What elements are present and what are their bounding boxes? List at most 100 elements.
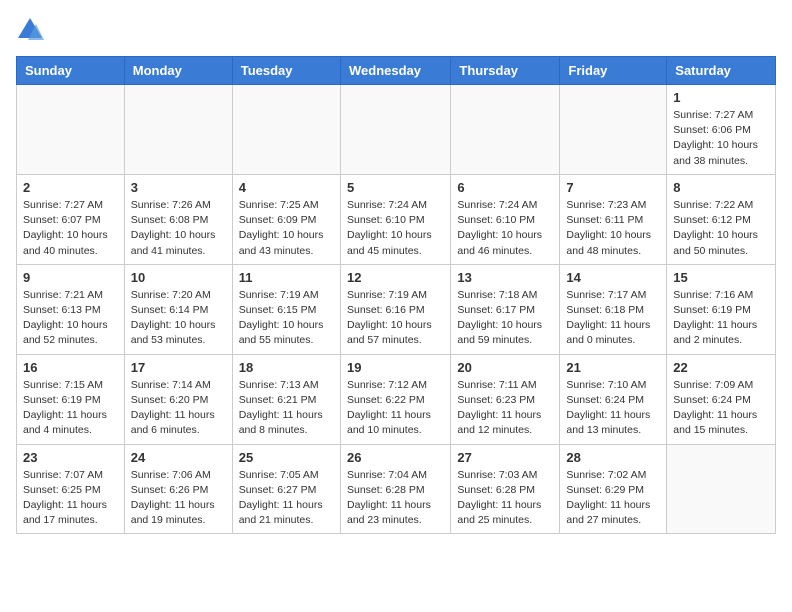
day-number: 20 — [457, 360, 553, 375]
day-number: 17 — [131, 360, 226, 375]
day-info: Sunrise: 7:18 AM Sunset: 6:17 PM Dayligh… — [457, 288, 553, 349]
day-number: 1 — [673, 90, 769, 105]
day-info: Sunrise: 7:20 AM Sunset: 6:14 PM Dayligh… — [131, 288, 226, 349]
week-row-4: 16 Sunrise: 7:15 AM Sunset: 6:19 PM Dayli… — [17, 354, 776, 444]
calendar-cell: 27 Sunrise: 7:03 AM Sunset: 6:28 PM Dayli… — [451, 444, 560, 534]
calendar-cell: 25Sunrise: 7:05 AM Sunset: 6:27 PM Dayli… — [232, 444, 340, 534]
calendar-cell: 4 Sunrise: 7:25 AM Sunset: 6:09 PM Daylig… — [232, 174, 340, 264]
calendar-cell: 2 Sunrise: 7:27 AM Sunset: 6:07 PM Daylig… — [17, 174, 125, 264]
day-info: Sunrise: 7:22 AM Sunset: 6:12 PM Dayligh… — [673, 198, 769, 259]
calendar-cell: 12 Sunrise: 7:19 AM Sunset: 6:16 PM Dayli… — [340, 264, 450, 354]
day-number: 23 — [23, 450, 118, 465]
calendar-cell: 9 Sunrise: 7:21 AM Sunset: 6:13 PM Daylig… — [17, 264, 125, 354]
day-number: 15 — [673, 270, 769, 285]
day-info: Sunrise: 7:10 AM Sunset: 6:24 PM Dayligh… — [566, 378, 660, 439]
calendar-cell: 15 Sunrise: 7:16 AM Sunset: 6:19 PM Dayli… — [667, 264, 776, 354]
calendar-cell: 24Sunrise: 7:06 AM Sunset: 6:26 PM Dayli… — [124, 444, 232, 534]
calendar-cell: 21 Sunrise: 7:10 AM Sunset: 6:24 PM Dayli… — [560, 354, 667, 444]
calendar-cell: 26 Sunrise: 7:04 AM Sunset: 6:28 PM Dayli… — [340, 444, 450, 534]
day-info: Sunrise: 7:13 AM Sunset: 6:21 PM Dayligh… — [239, 378, 334, 439]
weekday-header-row: SundayMondayTuesdayWednesdayThursdayFrid… — [17, 57, 776, 85]
calendar-cell: 22 Sunrise: 7:09 AM Sunset: 6:24 PM Dayli… — [667, 354, 776, 444]
week-row-1: 1 Sunrise: 7:27 AM Sunset: 6:06 PM Daylig… — [17, 85, 776, 175]
calendar-cell — [667, 444, 776, 534]
week-row-2: 2 Sunrise: 7:27 AM Sunset: 6:07 PM Daylig… — [17, 174, 776, 264]
calendar-cell: 6 Sunrise: 7:24 AM Sunset: 6:10 PM Daylig… — [451, 174, 560, 264]
day-number: 18 — [239, 360, 334, 375]
day-number: 6 — [457, 180, 553, 195]
day-number: 26 — [347, 450, 444, 465]
calendar-cell: 1 Sunrise: 7:27 AM Sunset: 6:06 PM Daylig… — [667, 85, 776, 175]
day-info: Sunrise: 7:15 AM Sunset: 6:19 PM Dayligh… — [23, 378, 118, 439]
weekday-header-tuesday: Tuesday — [232, 57, 340, 85]
day-info: Sunrise: 7:27 AM Sunset: 6:07 PM Dayligh… — [23, 198, 118, 259]
day-info: Sunrise: 7:07 AM Sunset: 6:25 PM Dayligh… — [23, 468, 118, 529]
day-number: 28 — [566, 450, 660, 465]
calendar-body: 1 Sunrise: 7:27 AM Sunset: 6:06 PM Daylig… — [17, 85, 776, 534]
day-info: Sunrise: 7:24 AM Sunset: 6:10 PM Dayligh… — [457, 198, 553, 259]
calendar-cell: 18 Sunrise: 7:13 AM Sunset: 6:21 PM Dayli… — [232, 354, 340, 444]
day-number: 13 — [457, 270, 553, 285]
calendar-cell: 17Sunrise: 7:14 AM Sunset: 6:20 PM Dayli… — [124, 354, 232, 444]
weekday-header-saturday: Saturday — [667, 57, 776, 85]
calendar-cell: 10 Sunrise: 7:20 AM Sunset: 6:14 PM Dayli… — [124, 264, 232, 354]
calendar-cell: 16 Sunrise: 7:15 AM Sunset: 6:19 PM Dayli… — [17, 354, 125, 444]
calendar-cell: 23 Sunrise: 7:07 AM Sunset: 6:25 PM Dayli… — [17, 444, 125, 534]
weekday-header-monday: Monday — [124, 57, 232, 85]
day-info: Sunrise: 7:24 AM Sunset: 6:10 PM Dayligh… — [347, 198, 444, 259]
day-info: Sunrise: 7:19 AM Sunset: 6:16 PM Dayligh… — [347, 288, 444, 349]
calendar-cell: 8 Sunrise: 7:22 AM Sunset: 6:12 PM Daylig… — [667, 174, 776, 264]
calendar-cell — [232, 85, 340, 175]
logo-icon — [16, 16, 44, 44]
calendar-cell: 3 Sunrise: 7:26 AM Sunset: 6:08 PM Daylig… — [124, 174, 232, 264]
calendar-cell: 11 Sunrise: 7:19 AM Sunset: 6:15 PM Dayli… — [232, 264, 340, 354]
day-info: Sunrise: 7:09 AM Sunset: 6:24 PM Dayligh… — [673, 378, 769, 439]
day-info: Sunrise: 7:21 AM Sunset: 6:13 PM Dayligh… — [23, 288, 118, 349]
page-header — [16, 16, 776, 44]
day-number: 10 — [131, 270, 226, 285]
week-row-5: 23 Sunrise: 7:07 AM Sunset: 6:25 PM Dayli… — [17, 444, 776, 534]
day-info: Sunrise: 7:16 AM Sunset: 6:19 PM Dayligh… — [673, 288, 769, 349]
weekday-header-friday: Friday — [560, 57, 667, 85]
day-number: 12 — [347, 270, 444, 285]
day-number: 2 — [23, 180, 118, 195]
week-row-3: 9 Sunrise: 7:21 AM Sunset: 6:13 PM Daylig… — [17, 264, 776, 354]
day-number: 3 — [131, 180, 226, 195]
calendar-cell — [17, 85, 125, 175]
calendar-cell — [560, 85, 667, 175]
day-info: Sunrise: 7:23 AM Sunset: 6:11 PM Dayligh… — [566, 198, 660, 259]
day-number: 27 — [457, 450, 553, 465]
day-info: Sunrise: 7:26 AM Sunset: 6:08 PM Dayligh… — [131, 198, 226, 259]
day-number: 4 — [239, 180, 334, 195]
logo — [16, 16, 48, 44]
day-info: Sunrise: 7:19 AM Sunset: 6:15 PM Dayligh… — [239, 288, 334, 349]
day-number: 16 — [23, 360, 118, 375]
weekday-header-sunday: Sunday — [17, 57, 125, 85]
weekday-header-wednesday: Wednesday — [340, 57, 450, 85]
day-info: Sunrise: 7:25 AM Sunset: 6:09 PM Dayligh… — [239, 198, 334, 259]
day-number: 14 — [566, 270, 660, 285]
calendar-cell: 7Sunrise: 7:23 AM Sunset: 6:11 PM Daylig… — [560, 174, 667, 264]
day-number: 8 — [673, 180, 769, 195]
calendar-cell: 19Sunrise: 7:12 AM Sunset: 6:22 PM Dayli… — [340, 354, 450, 444]
day-info: Sunrise: 7:17 AM Sunset: 6:18 PM Dayligh… — [566, 288, 660, 349]
calendar-cell: 20 Sunrise: 7:11 AM Sunset: 6:23 PM Dayli… — [451, 354, 560, 444]
weekday-header-thursday: Thursday — [451, 57, 560, 85]
day-info: Sunrise: 7:11 AM Sunset: 6:23 PM Dayligh… — [457, 378, 553, 439]
calendar-cell — [340, 85, 450, 175]
day-info: Sunrise: 7:27 AM Sunset: 6:06 PM Dayligh… — [673, 108, 769, 169]
day-number: 21 — [566, 360, 660, 375]
day-info: Sunrise: 7:05 AM Sunset: 6:27 PM Dayligh… — [239, 468, 334, 529]
day-number: 22 — [673, 360, 769, 375]
day-info: Sunrise: 7:04 AM Sunset: 6:28 PM Dayligh… — [347, 468, 444, 529]
day-number: 11 — [239, 270, 334, 285]
calendar-table: SundayMondayTuesdayWednesdayThursdayFrid… — [16, 56, 776, 534]
calendar-cell: 13 Sunrise: 7:18 AM Sunset: 6:17 PM Dayli… — [451, 264, 560, 354]
day-info: Sunrise: 7:02 AM Sunset: 6:29 PM Dayligh… — [566, 468, 660, 529]
calendar-cell: 5Sunrise: 7:24 AM Sunset: 6:10 PM Daylig… — [340, 174, 450, 264]
day-info: Sunrise: 7:03 AM Sunset: 6:28 PM Dayligh… — [457, 468, 553, 529]
day-info: Sunrise: 7:06 AM Sunset: 6:26 PM Dayligh… — [131, 468, 226, 529]
calendar-cell — [124, 85, 232, 175]
day-number: 9 — [23, 270, 118, 285]
calendar-cell — [451, 85, 560, 175]
